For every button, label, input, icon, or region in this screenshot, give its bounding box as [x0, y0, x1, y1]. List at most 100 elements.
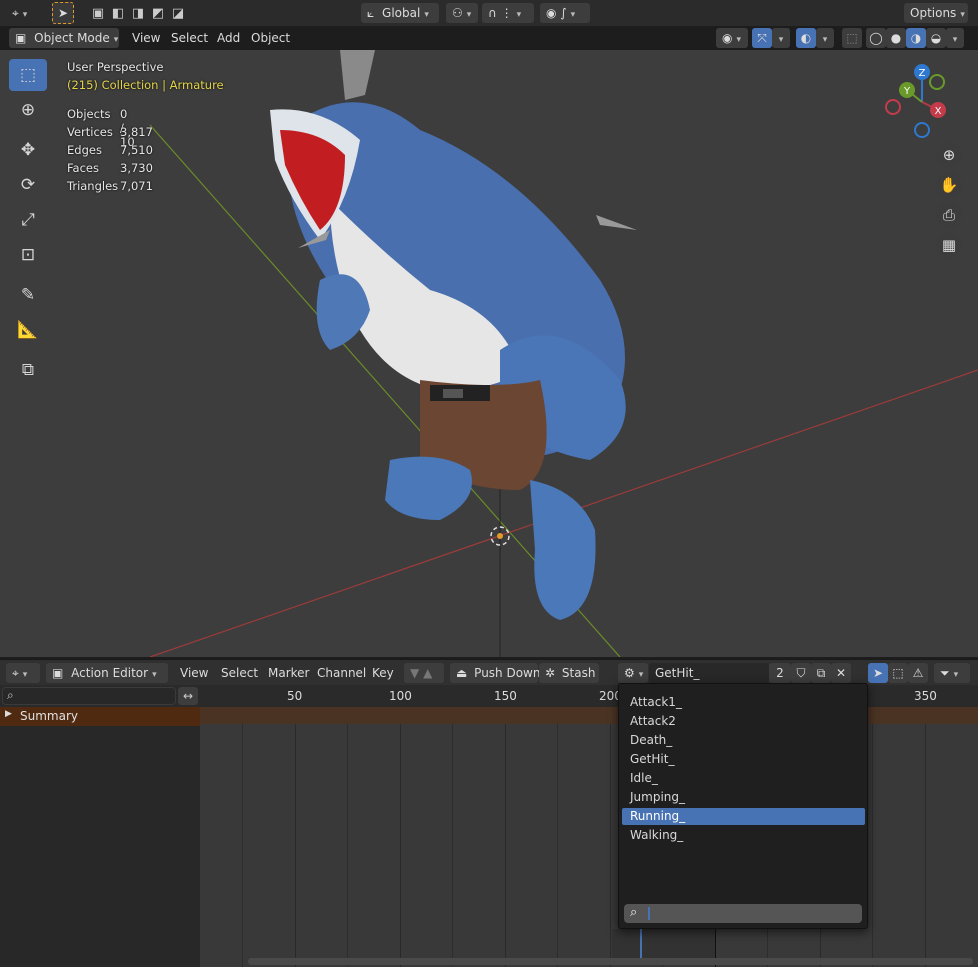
transform-orientation-dropdown[interactable]: ⟀ Global ▾	[361, 3, 439, 23]
scale-tool[interactable]: ⤢	[9, 204, 47, 236]
frame-tick-150: 150	[494, 689, 517, 703]
action-users-count[interactable]: 2	[769, 663, 791, 683]
action-icon: ⚙	[624, 666, 635, 680]
object-mode-dropdown[interactable]: ▣ Object Mode ▾	[9, 28, 119, 48]
wireframe-icon: ◯	[869, 31, 883, 45]
action-item-attack1[interactable]: Attack1_	[622, 694, 865, 711]
action-item-attack2[interactable]: Attack2	[622, 713, 865, 730]
stat-faces: Faces 3,730	[67, 161, 153, 175]
proportional-edit-toggle[interactable]: ◉ ∫ ▾	[540, 3, 590, 23]
action-item-walking[interactable]: Walking_	[622, 827, 865, 844]
editor-mode-dropdown[interactable]: ▣ Action Editor ▾	[46, 663, 168, 683]
frame-tick-350: 350	[914, 689, 937, 703]
solid-icon: ●	[890, 31, 902, 45]
menu-add[interactable]: Add	[211, 28, 246, 48]
zoom-icon[interactable]: ⊕	[936, 142, 962, 168]
visibility-dropdown[interactable]: ◉ ▾	[716, 28, 748, 48]
action-browse-button[interactable]: ⚙ ▾	[618, 663, 648, 683]
object-mode-icon: ▣	[15, 31, 27, 45]
playhead[interactable]	[640, 929, 642, 959]
measure-tool[interactable]: 📐	[9, 314, 47, 346]
stash-button[interactable]: ✲ Stash	[539, 663, 599, 683]
ae-menu-key[interactable]: Key	[366, 663, 400, 683]
annotate-tool[interactable]: ✎	[9, 279, 47, 311]
menu-select[interactable]: Select	[165, 28, 214, 48]
show-hidden-icon[interactable]: ⬚	[888, 663, 908, 683]
channel-search-field[interactable]: ⌕	[2, 687, 176, 705]
only-errors-icon[interactable]: ⚠	[908, 663, 928, 683]
action-item-running[interactable]: Running_	[622, 808, 865, 825]
menu-object[interactable]: Object	[245, 28, 296, 48]
fake-user-shield-icon[interactable]: ⛉	[791, 663, 811, 683]
editor-type-button[interactable]: ⌖ ▾	[6, 3, 40, 23]
filter-icon: ⏷	[940, 666, 950, 680]
pan-hand-icon[interactable]: ✋	[936, 172, 962, 198]
select-subtract-icon[interactable]: ◨	[128, 3, 148, 23]
search-icon: ⌕	[7, 688, 14, 702]
push-down-icon: ⏏	[456, 666, 468, 680]
select-intersect-icon[interactable]: ◪	[168, 3, 188, 23]
action-item-gethit[interactable]: GetHit_	[622, 751, 865, 768]
ae-menu-select[interactable]: Select	[215, 663, 264, 683]
summary-channel[interactable]: ▶ Summary	[0, 707, 200, 726]
shark-character	[270, 50, 637, 620]
cursor-icon: ➤	[57, 6, 69, 20]
ae-menu-marker[interactable]: Marker	[262, 663, 315, 683]
navigation-gizmo[interactable]: Z Y X	[882, 60, 962, 140]
transform-tool[interactable]: ⊡	[9, 239, 47, 271]
ae-editor-type-button[interactable]: ⌖ ▾	[6, 663, 40, 683]
shading-rendered[interactable]: ◒	[926, 28, 946, 48]
action-item-jumping[interactable]: Jumping_	[622, 789, 865, 806]
layer-arrows[interactable]: ▼ ▲	[404, 663, 444, 683]
ae-menu-view[interactable]: View	[174, 663, 214, 683]
snap-toggle[interactable]: ∩ ⋮ ▾	[482, 3, 534, 23]
add-cube-tool[interactable]: ⧉	[9, 354, 47, 386]
move-tool[interactable]: ✥	[9, 134, 47, 166]
action-search-field[interactable]: ⌕	[624, 904, 862, 923]
gizmo-dropdown[interactable]: ▾	[772, 28, 790, 48]
action-item-idle[interactable]: Idle_	[622, 770, 865, 787]
select-box-tool[interactable]: ⬚	[9, 59, 47, 91]
select-box-icon[interactable]: ▣	[88, 3, 108, 23]
copy-action-icon[interactable]: ⧉	[811, 663, 831, 683]
shading-solid[interactable]: ●	[886, 28, 906, 48]
action-editor-header: ⌖ ▾ ▣ Action Editor ▾ View Select Marker C…	[0, 659, 978, 685]
gizmo-toggle[interactable]: ⤧	[752, 28, 772, 48]
horizontal-scrollbar[interactable]	[248, 958, 973, 965]
select-invert-icon[interactable]: ◩	[148, 3, 168, 23]
expand-triangle-icon: ▶	[5, 709, 12, 719]
camera-icon[interactable]: ⎙	[936, 202, 962, 228]
menu-view[interactable]: View	[126, 28, 166, 48]
3d-viewport[interactable]: User Perspective (215) Collection | Arma…	[0, 50, 978, 657]
overlay-dropdown[interactable]: ▾	[816, 28, 834, 48]
viewport-header: ▣ Object Mode ▾ View Select Add Object ◉ ▾…	[0, 26, 978, 50]
perspective-label: User Perspective	[67, 60, 164, 74]
svg-text:Y: Y	[903, 86, 911, 97]
ortho-grid-icon[interactable]: ▦	[936, 232, 962, 258]
text-caret	[648, 907, 650, 920]
shading-dropdown[interactable]: ▾	[946, 28, 964, 48]
xray-icon: ⬚	[846, 31, 858, 45]
arrow-up-icon: ▲	[423, 666, 433, 680]
action-name-field[interactable]: GetHit_	[649, 663, 769, 683]
shading-material[interactable]: ◑	[906, 28, 926, 48]
sync-length-icon[interactable]: ↔	[178, 687, 198, 705]
ae-menu-channel[interactable]: Channel	[311, 663, 372, 683]
options-dropdown[interactable]: Options ▾	[904, 3, 968, 23]
channel-region	[0, 707, 200, 967]
falloff-icon: ∫	[560, 6, 567, 20]
cursor-tool[interactable]: ⊕	[9, 94, 47, 126]
select-tool-button[interactable]: ➤	[52, 2, 74, 24]
shading-wireframe[interactable]: ◯	[866, 28, 886, 48]
rotate-tool[interactable]: ⟳	[9, 169, 47, 201]
dopesheet-icon: ⌖	[12, 666, 19, 680]
xray-toggle[interactable]: ⬚	[842, 28, 862, 48]
filter-dropdown[interactable]: ⏷ ▾	[934, 663, 970, 683]
select-extend-icon[interactable]: ◧	[108, 3, 128, 23]
action-item-death[interactable]: Death_	[622, 732, 865, 749]
pivot-point-dropdown[interactable]: ⚇ ▾	[446, 3, 478, 23]
only-selected-icon[interactable]: ➤	[868, 663, 888, 683]
overlay-toggle[interactable]: ◐	[796, 28, 816, 48]
push-down-button[interactable]: ⏏ Push Down	[450, 663, 540, 683]
unlink-action-icon[interactable]: ✕	[831, 663, 851, 683]
